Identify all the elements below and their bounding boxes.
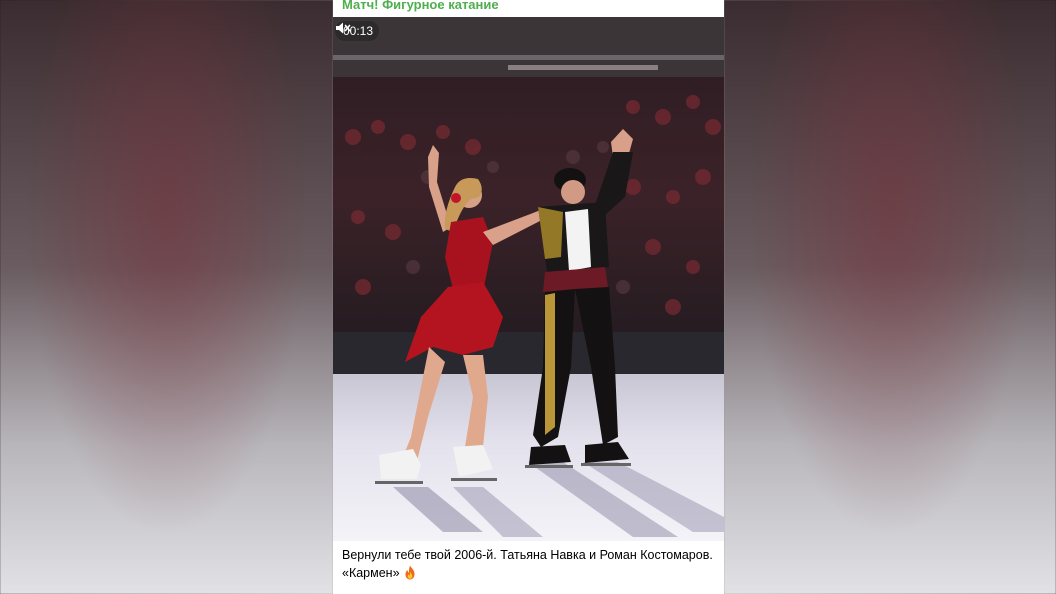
fire-icon [405, 565, 415, 580]
video-time-badge[interactable]: 00:13 [335, 21, 380, 41]
blurred-background-right [724, 0, 1056, 594]
channel-post: Матч! Фигурное катание 00:13 Вернули теб… [333, 0, 724, 594]
caption-title: «Кармен» [342, 566, 400, 580]
post-caption: Вернули тебе твой 2006-й. Татьяна Навка … [342, 546, 718, 582]
caption-line-2: «Кармен» [342, 564, 718, 582]
caption-line-1: Вернули тебе твой 2006-й. Татьяна Навка … [342, 548, 713, 562]
video-player[interactable]: 00:13 [333, 17, 724, 541]
blurred-background-left [0, 0, 333, 594]
channel-name[interactable]: Матч! Фигурное катание [342, 0, 499, 12]
video-frame [333, 17, 724, 541]
muted-speaker-icon[interactable] [335, 21, 351, 35]
